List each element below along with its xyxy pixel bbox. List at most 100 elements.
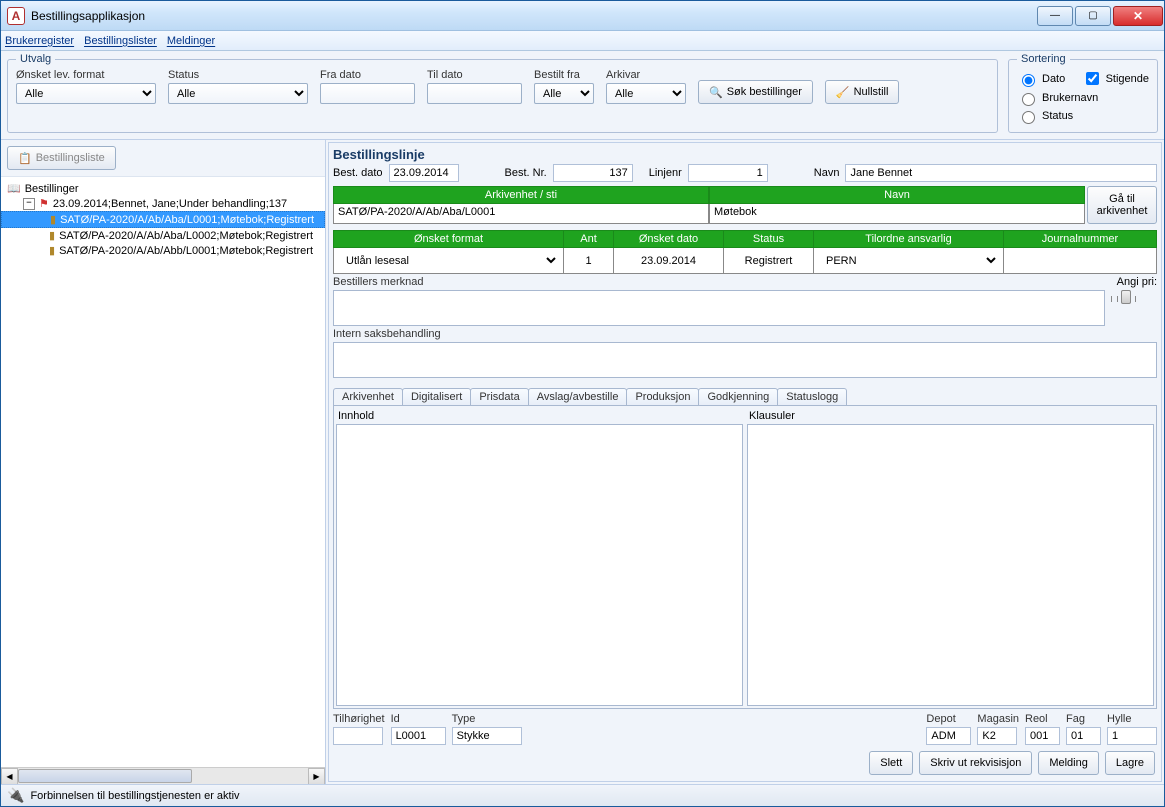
klausuler-label: Klausuler [747, 408, 1154, 424]
sidebar-hscrollbar[interactable]: ◀ ▶ [1, 767, 325, 784]
bestillingsliste-button[interactable]: 📋 Bestillingsliste [7, 146, 116, 170]
th-ant: Ant [564, 231, 614, 248]
id-label: Id [391, 713, 446, 725]
journal-cell[interactable] [1004, 248, 1157, 274]
window-title: Bestillingsapplikasjon [31, 9, 1036, 23]
navn-field [845, 164, 1157, 182]
arkivenhet-sti-value: SATØ/PA-2020/A/Ab/Aba/L0001 [333, 204, 709, 224]
bestilt-fra-select[interactable]: Alle [534, 83, 594, 104]
til-dato-label: Til dato [427, 69, 522, 81]
fag-field [1066, 727, 1101, 745]
bestilt-fra-label: Bestilt fra [534, 69, 594, 81]
menu-brukerregister[interactable]: Brukerregister [5, 35, 74, 47]
tree-order-node[interactable]: − ⚑ 23.09.2014;Bennet, Jane;Under behand… [1, 196, 325, 211]
tree-leaf[interactable]: ▮ SATØ/PA-2020/A/Ab/Aba/L0001;Møtebok;Re… [1, 211, 325, 228]
ansvarlig-cell[interactable]: PERN [818, 250, 999, 271]
order-tree[interactable]: 📖 Bestillinger − ⚑ 23.09.2014;Bennet, Ja… [1, 177, 325, 767]
intern-field[interactable] [333, 342, 1157, 378]
tree-leaf[interactable]: ▮ SATØ/PA-2020/A/Ab/Abb/L0001;Møtebok;Re… [1, 243, 325, 258]
minimize-button[interactable]: ― [1037, 6, 1073, 26]
collapse-icon[interactable]: − [23, 198, 35, 210]
depot-label: Depot [926, 713, 971, 725]
linjenr-field [688, 164, 768, 182]
tilhorighet-label: Tilhørighet [333, 713, 385, 725]
status-text: Forbinnelsen til bestillingstjenesten er… [30, 790, 239, 802]
til-dato-input[interactable] [427, 83, 522, 104]
th-journalnummer: Journalnummer [1004, 231, 1157, 248]
reol-field [1025, 727, 1060, 745]
th-status: Status [724, 231, 814, 248]
close-button[interactable]: ✕ [1113, 6, 1163, 26]
klausuler-area[interactable] [747, 424, 1154, 706]
bestillers-merknad-label: Bestillers merknad [333, 276, 1105, 288]
tree-leaf-label: SATØ/PA-2020/A/Ab/Aba/L0001;Møtebok;Regi… [60, 214, 314, 226]
th-ansvarlig: Tilordne ansvarlig [814, 231, 1004, 248]
sidebar: 📋 Bestillingsliste 📖 Bestillinger − ⚑ 23… [1, 140, 326, 784]
scroll-right-icon[interactable]: ▶ [308, 768, 325, 785]
bestillers-merknad-field[interactable] [333, 290, 1105, 326]
radio-dato[interactable]: Dato [1017, 71, 1065, 87]
dato-cell[interactable]: 23.09.2014 [614, 248, 724, 274]
app-icon: A [7, 7, 25, 25]
tab-arkivenhet[interactable]: Arkivenhet [333, 388, 403, 405]
reol-label: Reol [1025, 713, 1060, 725]
fra-dato-input[interactable] [320, 83, 415, 104]
arkivenhet-sti-header: Arkivenhet / sti [333, 186, 709, 204]
tree-leaf-label: SATØ/PA-2020/A/Ab/Abb/L0001;Møtebok;Regi… [59, 245, 313, 257]
status-select[interactable]: Alle [168, 83, 308, 104]
checkbox-stigende[interactable]: Stigende [1082, 69, 1149, 88]
tilhorighet-field [333, 727, 383, 745]
priority-slider[interactable] [1111, 288, 1141, 308]
th-format: Ønsket format [334, 231, 564, 248]
tab-digitalisert[interactable]: Digitalisert [402, 388, 471, 405]
type-field [452, 727, 522, 745]
navn-label: Navn [814, 167, 840, 179]
tree-leaf-label: SATØ/PA-2020/A/Ab/Aba/L0002;Møtebok;Regi… [59, 230, 313, 242]
menu-bestillingslister[interactable]: Bestillingslister [84, 35, 157, 47]
depot-field [926, 727, 971, 745]
slett-button[interactable]: Slett [869, 751, 913, 775]
location-fields: Tilhørighet Id Type Depot Magasin Reol F… [333, 713, 1157, 745]
radio-status[interactable]: Status [1017, 108, 1149, 124]
format-cell[interactable]: Utlån lesesal [338, 250, 559, 271]
tree-leaf[interactable]: ▮ SATØ/PA-2020/A/Ab/Aba/L0002;Møtebok;Re… [1, 228, 325, 243]
tab-statuslogg[interactable]: Statuslogg [777, 388, 847, 405]
radio-brukernavn[interactable]: Brukernavn [1017, 90, 1149, 106]
app-window: A Bestillingsapplikasjon ― ▢ ✕ Brukerreg… [0, 0, 1165, 807]
tab-produksjon[interactable]: Produksjon [626, 388, 699, 405]
melding-button[interactable]: Melding [1038, 751, 1099, 775]
best-dato-label: Best. dato [333, 167, 383, 179]
sok-bestillinger-button[interactable]: 🔍 Søk bestillinger [698, 80, 813, 104]
bestillingsliste-label: Bestillingsliste [36, 152, 105, 164]
format-label: Ønsket lev. format [16, 69, 156, 81]
scroll-thumb[interactable] [18, 769, 192, 783]
tree-root[interactable]: 📖 Bestillinger [1, 181, 325, 196]
section-title: Bestillingslinje [333, 147, 1157, 162]
action-buttons: Slett Skriv ut rekvisisjon Melding Lagre [333, 745, 1157, 777]
format-select[interactable]: Alle [16, 83, 156, 104]
tab-avslag[interactable]: Avslag/avbestille [528, 388, 628, 405]
id-field [391, 727, 446, 745]
lagre-button[interactable]: Lagre [1105, 751, 1155, 775]
arkivar-select[interactable]: Alle [606, 83, 686, 104]
scroll-left-icon[interactable]: ◀ [1, 768, 18, 785]
nullstill-button[interactable]: 🧹 Nullstill [825, 80, 900, 104]
maximize-button[interactable]: ▢ [1075, 6, 1111, 26]
tab-prisdata[interactable]: Prisdata [470, 388, 528, 405]
book-icon: 📖 [7, 182, 21, 195]
file-icon: ▮ [49, 244, 55, 257]
linjenr-label: Linjenr [649, 167, 682, 179]
arkivar-label: Arkivar [606, 69, 686, 81]
nullstill-label: Nullstill [854, 86, 889, 98]
utvalg-toolbar: Utvalg Ønsket lev. format Alle Status Al… [1, 51, 1164, 140]
list-icon: 📋 [18, 152, 32, 165]
tab-body: Innhold Klausuler [333, 405, 1157, 709]
search-icon: 🔍 [709, 86, 723, 99]
tab-godkjenning[interactable]: Godkjenning [698, 388, 778, 405]
skriv-ut-button[interactable]: Skriv ut rekvisisjon [919, 751, 1032, 775]
ant-cell[interactable]: 1 [564, 248, 614, 274]
file-icon: ▮ [50, 213, 56, 226]
menu-meldinger[interactable]: Meldinger [167, 35, 215, 47]
innhold-area[interactable] [336, 424, 743, 706]
ga-til-arkivenhet-button[interactable]: Gå til arkivenhet [1087, 186, 1157, 224]
